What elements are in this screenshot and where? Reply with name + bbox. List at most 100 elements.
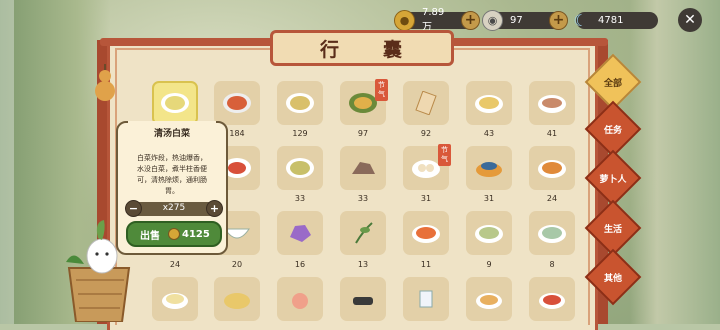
dumpling-dish-icon — [286, 158, 314, 178]
fish-dish-icon — [538, 95, 566, 113]
item-count: 24 — [546, 194, 558, 203]
festival-tag: 节气 — [438, 144, 451, 166]
item-slot[interactable] — [277, 81, 323, 125]
item-description-line: 白菜炸段，热油爆香， — [137, 154, 207, 162]
item-slot[interactable] — [277, 211, 323, 255]
bun-plate-icon — [412, 160, 440, 178]
add-pearls-button[interactable]: + — [549, 10, 568, 30]
tab-label: 任务 — [603, 126, 622, 136]
item-slot[interactable] — [340, 146, 386, 190]
item-slot[interactable] — [214, 81, 260, 125]
item-slot[interactable]: 节气 — [340, 79, 388, 125]
item-slot[interactable] — [214, 277, 260, 321]
noodle-dish-icon — [476, 293, 502, 309]
tab-label: 萝卜人 — [599, 175, 627, 185]
coin-icon: ● — [394, 9, 415, 31]
item-slot[interactable] — [529, 277, 575, 321]
item-count: 31 — [420, 194, 432, 203]
item-slot[interactable] — [529, 81, 575, 125]
item-count: 41 — [546, 129, 558, 138]
coin-counter: ● 7.89万 + — [394, 7, 480, 33]
festival-tag: 节气 — [375, 79, 388, 101]
item-count: 24 — [169, 260, 181, 269]
herb-icon — [355, 222, 373, 244]
item-slot[interactable] — [403, 277, 449, 321]
item-slot[interactable] — [277, 146, 323, 190]
item-slot[interactable] — [466, 146, 512, 190]
tab-label: 其他 — [603, 274, 622, 284]
shrimp-dish-icon — [412, 225, 440, 243]
item-slot[interactable] — [340, 277, 386, 321]
item-slot[interactable] — [340, 211, 386, 255]
item-slot[interactable] — [466, 211, 512, 255]
item-slot[interactable] — [403, 81, 449, 125]
sell-button[interactable]: 出售 4125 — [126, 221, 222, 247]
item-slot-cabbage-soup[interactable] — [152, 81, 198, 125]
item-count: 8 — [549, 260, 555, 269]
item-slot[interactable] — [529, 146, 575, 190]
item-slot[interactable] — [152, 277, 198, 321]
vegetable-dish-icon — [538, 160, 566, 178]
item-slot[interactable] — [403, 211, 449, 255]
rice-bowl-icon — [162, 293, 188, 309]
item-count: 97 — [357, 129, 369, 138]
peach-icon — [292, 293, 308, 309]
coin-icon — [168, 228, 180, 240]
item-count: 33 — [357, 194, 369, 203]
fried-rice-icon — [224, 293, 250, 309]
item-description-line: 水没白菜，煮半柱香便 — [137, 165, 207, 173]
item-count: 16 — [294, 260, 306, 269]
tofu-dish-icon — [538, 225, 566, 243]
increase-button[interactable]: + — [206, 200, 223, 217]
item-count: 92 — [420, 129, 432, 138]
item-count: 129 — [292, 129, 308, 138]
title-char-1: 行 — [319, 38, 341, 61]
background-right-foliage — [630, 0, 720, 324]
salad-icon — [349, 93, 377, 113]
item-slot[interactable] — [529, 211, 575, 255]
item-slot[interactable] — [466, 277, 512, 321]
item-count: 31 — [483, 194, 495, 203]
greens-dish-icon — [475, 225, 503, 243]
item-slot[interactable] — [466, 81, 512, 125]
scroll-icon — [415, 91, 437, 115]
pastry-icon — [476, 162, 502, 177]
item-count: 43 — [483, 129, 495, 138]
radish-basket-icon — [66, 220, 131, 322]
item-description-line: 胃。 — [165, 187, 179, 195]
item-count: 33 — [294, 194, 306, 203]
moon-counter: ☾ 4781 — [573, 11, 658, 30]
tab-label: 全部 — [603, 79, 622, 89]
item-count: 9 — [486, 260, 492, 269]
soup-icon — [286, 93, 314, 113]
quantity-stepper: − x275 + — [125, 200, 223, 217]
tab-label: 生活 — [603, 225, 622, 235]
rock-icon — [352, 162, 375, 174]
pearl-counter: ◉ 97 + — [482, 9, 568, 31]
item-count: 13 — [357, 260, 369, 269]
item-name: 清汤白菜 — [128, 121, 216, 143]
item-count: 11 — [420, 260, 432, 269]
moon-icon: ☾ — [573, 10, 588, 30]
sell-price: 4125 — [182, 228, 210, 240]
rice-dish-icon — [475, 95, 503, 113]
cabbage-soup-icon — [161, 93, 189, 113]
item-count: 20 — [231, 260, 243, 269]
close-button[interactable]: ✕ — [678, 8, 702, 32]
add-coins-button[interactable]: + — [461, 10, 480, 30]
charcoal-icon — [353, 297, 373, 305]
sell-label: 出售 — [140, 230, 160, 242]
spicy-dish-icon — [539, 293, 565, 309]
item-description-line: 可，清热除烦，通利肠 — [137, 176, 207, 184]
left-edge-shade — [0, 0, 14, 324]
title-char-2: 囊 — [383, 38, 405, 61]
pearl-icon: ◉ — [482, 9, 503, 31]
amethyst-icon — [290, 225, 311, 242]
item-description: 白菜炸段，热油爆香， 水没白菜，煮半柱香便 可，清热除烦，通利肠 胃。 — [124, 153, 220, 197]
paper-icon — [419, 290, 433, 308]
gourd-icon — [95, 64, 115, 101]
item-slot[interactable]: 节气 — [403, 144, 451, 190]
title-plaque: 行 囊 — [270, 30, 454, 66]
stew-icon — [223, 93, 251, 113]
item-slot[interactable] — [277, 277, 323, 321]
